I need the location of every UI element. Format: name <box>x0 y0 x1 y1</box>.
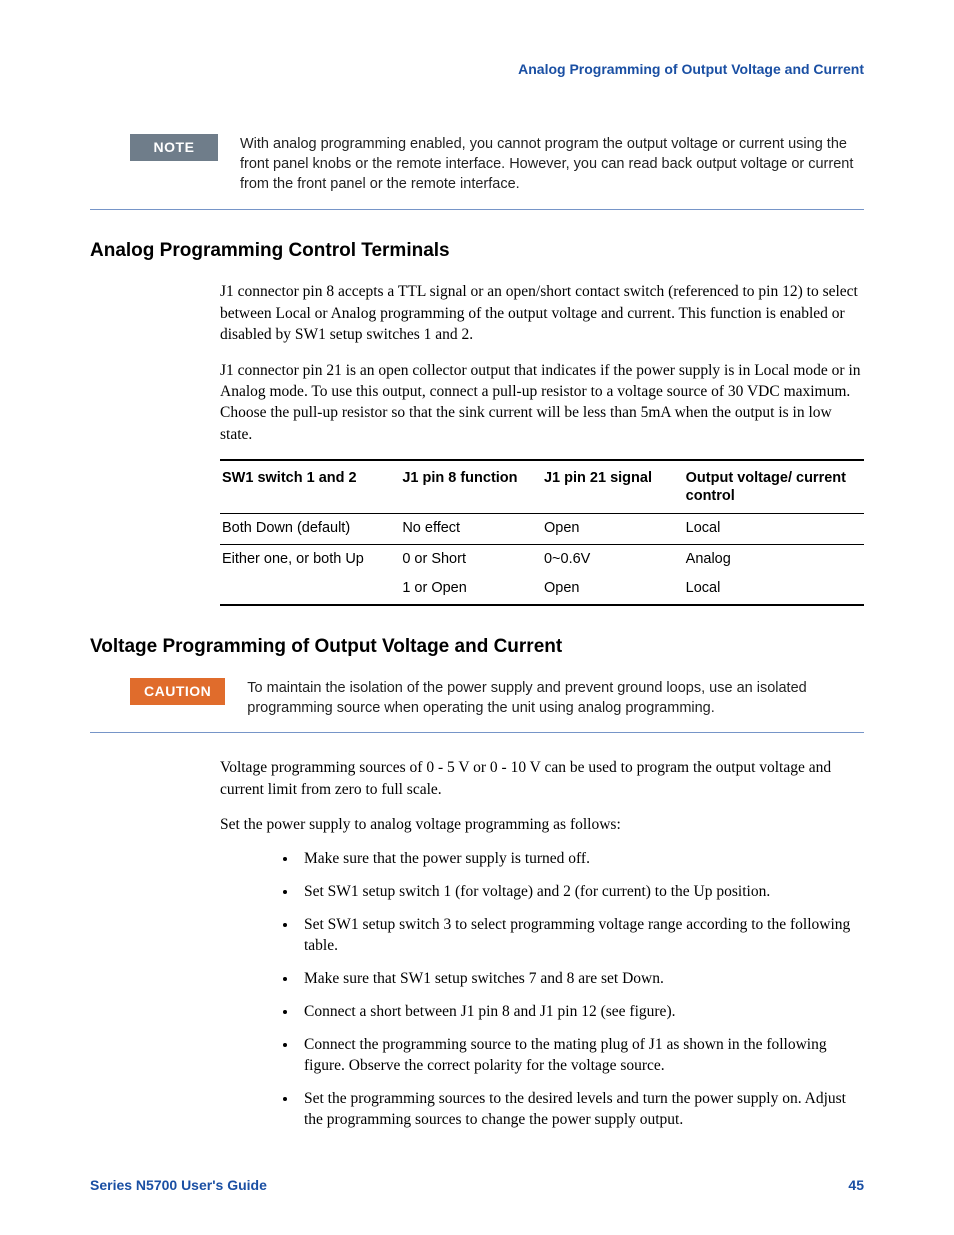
divider <box>90 732 864 733</box>
table-cell: Open <box>542 574 684 605</box>
body-paragraph: J1 connector pin 8 accepts a TTL signal … <box>220 281 864 345</box>
body-paragraph: Voltage programming sources of 0 - 5 V o… <box>220 757 864 800</box>
list-item: Connect a short between J1 pin 8 and J1 … <box>298 1002 864 1023</box>
list-item: Set the programming sources to the desir… <box>298 1089 864 1131</box>
list-item: Set SW1 setup switch 1 (for voltage) and… <box>298 882 864 903</box>
note-badge: NOTE <box>130 134 218 161</box>
table-cell: Analog <box>684 544 864 574</box>
table-cell: Open <box>542 514 684 545</box>
list-item: Connect the programming source to the ma… <box>298 1035 864 1077</box>
table-cell <box>220 574 400 605</box>
list-item: Make sure that the power supply is turne… <box>298 849 864 870</box>
switch-table: SW1 switch 1 and 2 J1 pin 8 function J1 … <box>220 459 864 606</box>
table-cell: Either one, or both Up <box>220 544 400 574</box>
running-header: Analog Programming of Output Voltage and… <box>90 60 864 79</box>
th-j1pin8: J1 pin 8 function <box>400 460 542 514</box>
body-paragraph: Set the power supply to analog voltage p… <box>220 814 864 835</box>
table-cell: Both Down (default) <box>220 514 400 545</box>
list-item: Set SW1 setup switch 3 to select program… <box>298 915 864 957</box>
th-output: Output voltage/ current control <box>684 460 864 514</box>
procedure-list: Make sure that the power supply is turne… <box>220 849 864 1130</box>
table-cell: Local <box>684 574 864 605</box>
table-cell: 1 or Open <box>400 574 542 605</box>
caution-badge: CAUTION <box>130 678 225 705</box>
table-cell: Local <box>684 514 864 545</box>
list-item: Make sure that SW1 setup switches 7 and … <box>298 969 864 990</box>
th-j1pin21: J1 pin 21 signal <box>542 460 684 514</box>
section-heading-terminals: Analog Programming Control Terminals <box>90 238 864 264</box>
section-heading-voltage-programming: Voltage Programming of Output Voltage an… <box>90 634 864 660</box>
caution-callout: CAUTION To maintain the isolation of the… <box>90 678 864 719</box>
caution-text: To maintain the isolation of the power s… <box>247 678 864 719</box>
th-sw1: SW1 switch 1 and 2 <box>220 460 400 514</box>
footer-page-number: 45 <box>848 1176 864 1195</box>
note-callout: NOTE With analog programming enabled, yo… <box>90 134 864 195</box>
note-text: With analog programming enabled, you can… <box>240 134 864 195</box>
divider <box>90 209 864 210</box>
footer-left: Series N5700 User's Guide <box>90 1176 267 1195</box>
page-footer: Series N5700 User's Guide 45 <box>90 1176 864 1195</box>
table-cell: No effect <box>400 514 542 545</box>
table-cell: 0 or Short <box>400 544 542 574</box>
table-cell: 0~0.6V <box>542 544 684 574</box>
body-paragraph: J1 connector pin 21 is an open collector… <box>220 360 864 446</box>
